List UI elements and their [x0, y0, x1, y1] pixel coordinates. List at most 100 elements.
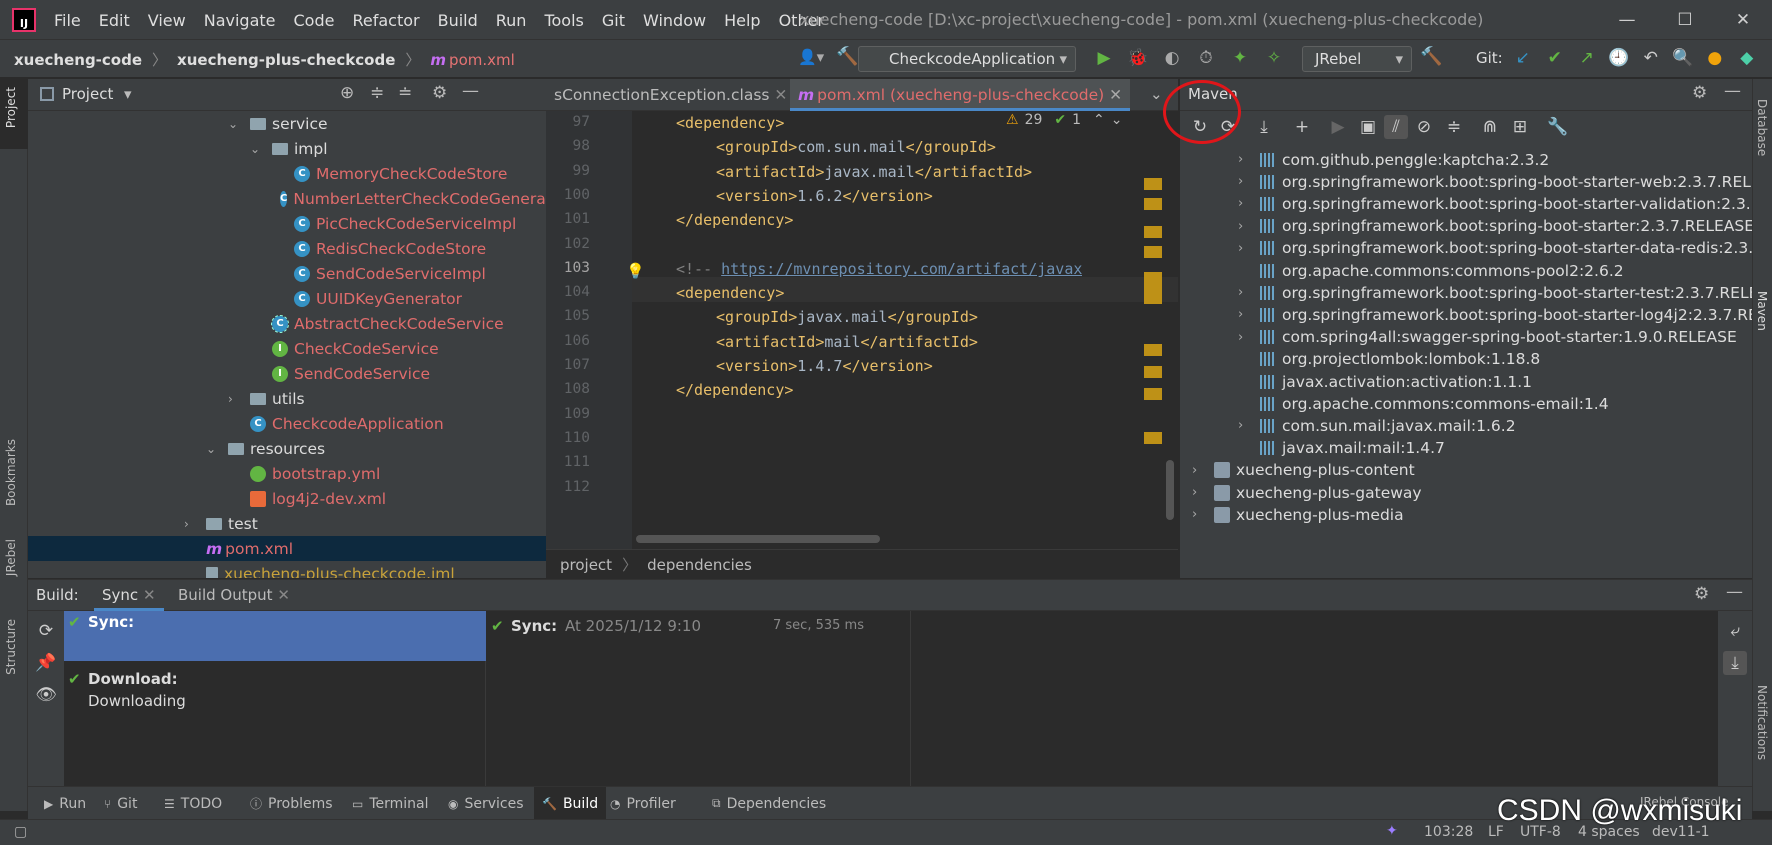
run-configuration-select[interactable]: CheckcodeApplication ▾ — [858, 46, 1076, 72]
close-icon[interactable]: ✕ — [774, 86, 787, 104]
tab-list-chevron-icon[interactable]: ⌄ — [1150, 85, 1163, 103]
chevron-down-icon[interactable]: ⌄ — [206, 442, 220, 456]
project-tree-item[interactable]: ⌄ service — [28, 111, 546, 136]
intellij-logo-icon[interactable]: IJ — [12, 8, 36, 32]
menu-code[interactable]: Code — [294, 11, 335, 30]
close-icon[interactable]: ✕ — [1109, 86, 1122, 104]
menu-edit[interactable]: Edit — [99, 11, 130, 30]
layout-icon[interactable]: ⊞ — [1508, 115, 1532, 139]
layout-toggle-icon[interactable]: ▢ — [14, 824, 27, 840]
menu-tools[interactable]: Tools — [544, 11, 583, 30]
chevron-right-icon[interactable]: › — [1238, 174, 1260, 189]
project-tree-item[interactable]: C SendCodeServiceImpl — [28, 261, 546, 286]
tab-build-output[interactable]: Build Output ✕ — [178, 586, 290, 604]
project-tree-item[interactable]: log4j2-dev.xml — [28, 486, 546, 511]
stop-icon[interactable]: 🔨 — [1420, 46, 1442, 67]
menu-git[interactable]: Git — [602, 11, 625, 30]
tab-run[interactable]: ▶ Run — [36, 787, 94, 820]
project-tree-item[interactable]: xuecheng-plus-checkcode.iml — [28, 561, 546, 578]
skip-tests-icon[interactable]: ⊘ — [1412, 115, 1436, 139]
tab-git[interactable]: ⑂ Git — [96, 787, 145, 820]
chevron-down-icon[interactable]: ▾ — [124, 85, 132, 103]
error-stripe-mark[interactable] — [1144, 226, 1162, 238]
hide-icon[interactable]: — — [462, 81, 479, 101]
breadcrumb-file[interactable]: m pom.xml — [430, 51, 514, 69]
ai-assistant-icon[interactable]: ✦ — [1386, 823, 1398, 839]
project-tree-item[interactable]: m pom.xml — [28, 536, 546, 561]
jrebel-debug-icon[interactable]: ✧ — [1262, 46, 1286, 70]
wrench-icon[interactable]: 🔧 — [1546, 115, 1570, 139]
code-token-lnk[interactable]: https://mvnrepository.com/artifact/javax — [721, 260, 1082, 278]
chevron-right-icon[interactable]: › — [1192, 463, 1214, 478]
sync-icon[interactable]: ⟳ — [34, 619, 58, 643]
chevron-right-icon[interactable]: › — [1192, 507, 1214, 522]
run-icon[interactable]: ▶ — [1092, 46, 1116, 70]
error-stripe-mark[interactable] — [1144, 344, 1162, 356]
project-tool-tab[interactable]: Project — [4, 87, 18, 128]
execute-goal-icon[interactable]: ▣ — [1356, 115, 1380, 139]
minimize-button[interactable]: — — [1598, 0, 1656, 40]
chevron-right-icon[interactable]: › — [1238, 152, 1260, 167]
chevron-right-icon[interactable]: › — [1238, 418, 1260, 433]
project-tree-item[interactable]: C PicCheckCodeServiceImpl — [28, 211, 546, 236]
next-highlight-icon[interactable]: ⌄ — [1111, 112, 1123, 128]
project-tree-item[interactable]: › test — [28, 511, 546, 536]
project-tree-item[interactable]: I CheckCodeService — [28, 336, 546, 361]
tab-terminal[interactable]: ▭ Terminal — [344, 787, 437, 820]
intention-bulb-icon[interactable]: 💡 — [626, 262, 645, 280]
project-tree-item[interactable]: C MemoryCheckCodeStore — [28, 161, 546, 186]
tab-problems[interactable]: ⓘ Problems — [242, 787, 341, 820]
rollback-icon[interactable]: ↶ — [1639, 46, 1663, 70]
chevron-right-icon[interactable]: › — [1238, 196, 1260, 211]
build-console[interactable] — [911, 611, 1718, 786]
structure-tool-tab[interactable]: Structure — [4, 619, 18, 675]
jrebel-run-icon[interactable]: ✦ — [1228, 46, 1252, 70]
project-tree-item[interactable]: C NumberLetterCheckCodeGenerator — [28, 186, 546, 211]
project-tree-item[interactable]: C CheckcodeApplication — [28, 411, 546, 436]
chevron-right-icon[interactable]: › — [1238, 330, 1260, 345]
hide-icon[interactable]: — — [1724, 81, 1741, 101]
error-stripe-mark[interactable] — [1144, 366, 1162, 378]
tab-services[interactable]: ◉ Services — [440, 787, 532, 820]
vertical-scrollbar[interactable] — [1166, 460, 1174, 520]
pin-icon[interactable]: 📌 — [34, 651, 58, 675]
jrebel-select[interactable]: JRebel ▾ — [1302, 46, 1412, 72]
project-tree-item[interactable]: ⌄ impl — [28, 136, 546, 161]
breadcrumb-project[interactable]: xuecheng-code — [14, 51, 142, 69]
git-commit-icon[interactable]: ✔ — [1543, 46, 1567, 70]
chevron-right-icon[interactable]: › — [184, 517, 198, 531]
error-stripe-mark[interactable] — [1144, 272, 1162, 304]
close-window-button[interactable]: ✕ — [1714, 0, 1772, 40]
close-icon[interactable]: ✕ — [143, 586, 156, 604]
project-tree-item[interactable]: C AbstractCheckCodeService — [28, 311, 546, 336]
target-icon[interactable]: ⊕ — [340, 83, 354, 103]
menu-navigate[interactable]: Navigate — [204, 11, 276, 30]
download-node[interactable]: ✔ Download: Downloading — [64, 664, 464, 714]
error-stripe-mark[interactable] — [1144, 432, 1162, 444]
gear-icon[interactable]: ⚙ — [432, 83, 447, 103]
menu-help[interactable]: Help — [724, 11, 760, 30]
tab-todo[interactable]: ☰ TODO — [156, 787, 230, 820]
menu-file[interactable]: File — [54, 11, 81, 30]
history-icon[interactable]: 🕘 — [1607, 46, 1631, 70]
menu-window[interactable]: Window — [643, 11, 706, 30]
update-icon[interactable]: ● — [1703, 46, 1727, 70]
chevron-right-icon[interactable]: › — [1192, 485, 1214, 500]
chevron-down-icon[interactable]: ⌄ — [228, 117, 242, 131]
soft-wrap-icon[interactable]: ⤶ — [1723, 619, 1747, 643]
maven-tool-tab[interactable]: Maven — [1755, 291, 1769, 331]
scroll-to-end-icon[interactable]: ⤓ — [1723, 651, 1747, 675]
sync-tree-selected-row[interactable]: ✔ Sync: — [64, 611, 486, 661]
tab-sync[interactable]: Sync ✕ — [94, 580, 164, 611]
git-update-icon[interactable]: ↙ — [1511, 46, 1535, 70]
prev-highlight-icon[interactable]: ⌃ — [1093, 112, 1105, 128]
chevron-right-icon[interactable]: › — [1238, 285, 1260, 300]
profile-icon[interactable]: ⏱ — [1194, 46, 1218, 70]
tab-pom-xml[interactable]: m pom.xml (xuecheng-plus-checkcode) ✕ — [790, 79, 1131, 111]
tab-profiler[interactable]: ◔ Profiler — [602, 787, 684, 820]
menu-build[interactable]: Build — [438, 11, 478, 30]
jrebel-tool-tab[interactable]: JRebel — [4, 539, 18, 576]
show-deps-icon[interactable]: ⋒ — [1478, 115, 1502, 139]
gear-icon[interactable]: ⚙ — [1694, 584, 1709, 604]
toggle-offline-icon[interactable]: ⫽ — [1384, 115, 1408, 139]
